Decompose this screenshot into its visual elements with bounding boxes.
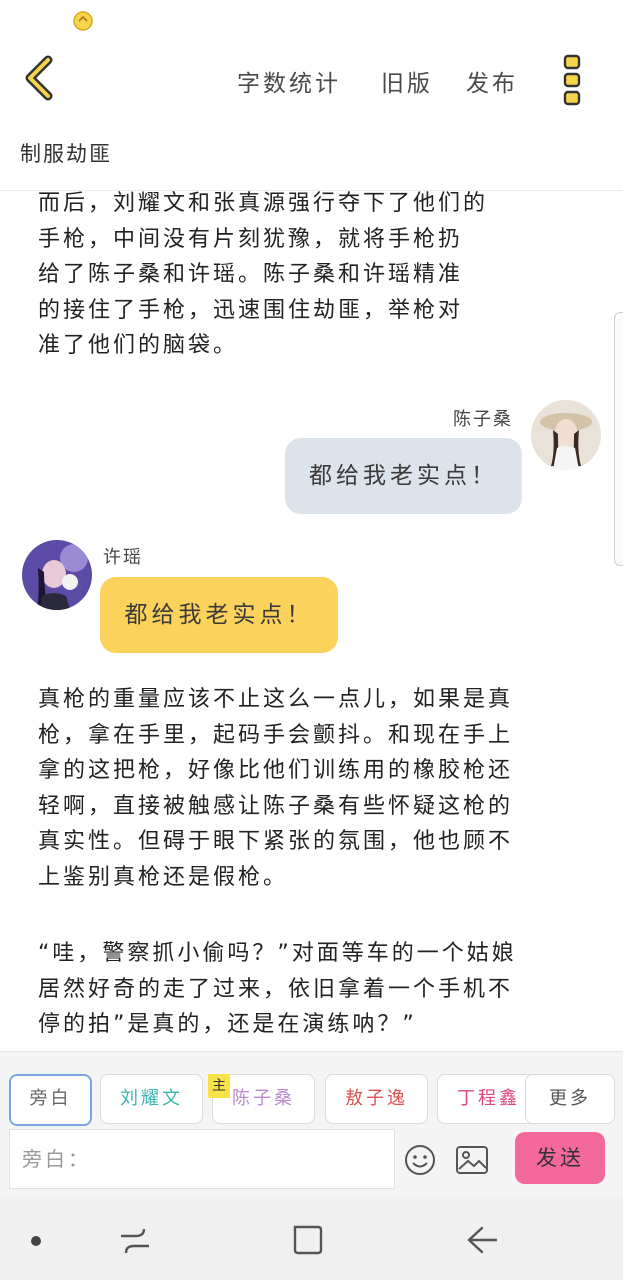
app-header: 字数统计 旧版 发布 (0, 40, 623, 120)
narration-line: 拿的这把枪，好像比他们训练用的橡胶枪还 (38, 758, 514, 783)
narration-block[interactable]: “哇，警察抓小偷吗？”对面等车的一个姑娘 居然好奇的走了过来，依旧拿着一个手机不… (38, 936, 588, 1043)
composer-panel: 旁白 刘耀文 陈子桑 主 敖子逸 丁程鑫 更多 旁白： 发送 (0, 1051, 623, 1198)
publish-button[interactable]: 发布 (466, 64, 518, 98)
word-count-button[interactable]: 字数统计 (237, 64, 341, 98)
role-tab-ao-ziyi[interactable]: 敖子逸 (325, 1074, 428, 1124)
role-tab-liu-yaowen[interactable]: 刘耀文 (100, 1074, 203, 1124)
home-icon[interactable] (292, 1224, 324, 1256)
main-character-badge: 主 (208, 1074, 230, 1098)
send-button[interactable]: 发送 (515, 1132, 605, 1184)
narration-line: “哇，警察抓小偷吗？”对面等车的一个姑娘 (38, 941, 517, 966)
input-prefix-label: 旁白： (22, 1147, 91, 1171)
emoji-icon[interactable] (404, 1144, 436, 1176)
story-title-bar: 制服劫匪 (0, 120, 623, 191)
more-menu-icon[interactable] (556, 53, 588, 107)
narration-line: 的接住了手枪，迅速围住劫匪，举枪对 (38, 297, 464, 323)
narration-line: 而后，刘耀文和张真源强行夺下了他们的 (38, 191, 489, 216)
avatar[interactable] (531, 400, 601, 470)
narration-line: 真枪的重量应该不止这么一点儿，如果是真 (38, 687, 514, 712)
narration-line: 居然好奇的走了过来，依旧拿着一个手机不 (38, 976, 514, 1002)
avatar[interactable] (22, 540, 92, 610)
scrollbar-thumb[interactable] (614, 312, 623, 566)
avatar-photo (531, 400, 601, 470)
avatar-photo (22, 540, 92, 610)
status-bar (0, 0, 623, 40)
more-roles-button[interactable]: 更多 (525, 1074, 615, 1124)
speaker-name: 陈子桑 (453, 409, 513, 430)
dialogue-bubble-left[interactable]: 都给我老实点！ (100, 577, 338, 653)
narration-line: 枪，拿在手里，起码手会颤抖。和现在手上 (38, 722, 514, 748)
image-icon[interactable] (455, 1144, 489, 1176)
narration-line: 停的拍”是真的，还是在演练呐？” (38, 1012, 417, 1037)
narration-block[interactable]: 而后，刘耀文和张真源强行夺下了他们的 手枪，中间没有片刻犹豫，就将手枪扔 给了陈… (38, 191, 588, 364)
narration-line: 上鉴别真枪还是假枪。 (38, 864, 289, 890)
narration-line: 准了他们的脑袋。 (38, 333, 239, 358)
system-nav-bar (0, 1197, 623, 1280)
message-input[interactable]: 旁白： (9, 1129, 395, 1189)
notification-icon (73, 11, 93, 31)
role-tab-narrator[interactable]: 旁白 (9, 1074, 92, 1126)
story-title[interactable]: 制服劫匪 (20, 138, 112, 168)
story-content[interactable]: 而后，刘耀文和张真源强行夺下了他们的 手枪，中间没有片刻犹豫，就将手枪扔 给了陈… (0, 191, 623, 1051)
narration-line: 真实性。但碍于眼下紧张的氛围，他也顾不 (38, 829, 514, 854)
recent-apps-icon[interactable] (118, 1225, 152, 1257)
back-nav-icon[interactable] (466, 1225, 500, 1255)
old-version-button[interactable]: 旧版 (381, 64, 433, 98)
narration-line: 手枪，中间没有片刻犹豫，就将手枪扔 (38, 226, 464, 252)
speaker-name: 许瑶 (103, 547, 143, 568)
narration-line: 给了陈子桑和许瑶。陈子桑和许瑶精准 (38, 262, 464, 287)
dialogue-bubble-right[interactable]: 都给我老实点！ (285, 438, 522, 514)
back-arrow-icon[interactable] (18, 54, 62, 102)
narration-line: 轻啊，直接被触感让陈子桑有些怀疑这枪的 (38, 793, 514, 819)
nav-dot-icon[interactable] (30, 1235, 42, 1247)
narration-block[interactable]: 真枪的重量应该不止这么一点儿，如果是真 枪，拿在手里，起码手会颤抖。和现在手上 … (38, 682, 588, 895)
